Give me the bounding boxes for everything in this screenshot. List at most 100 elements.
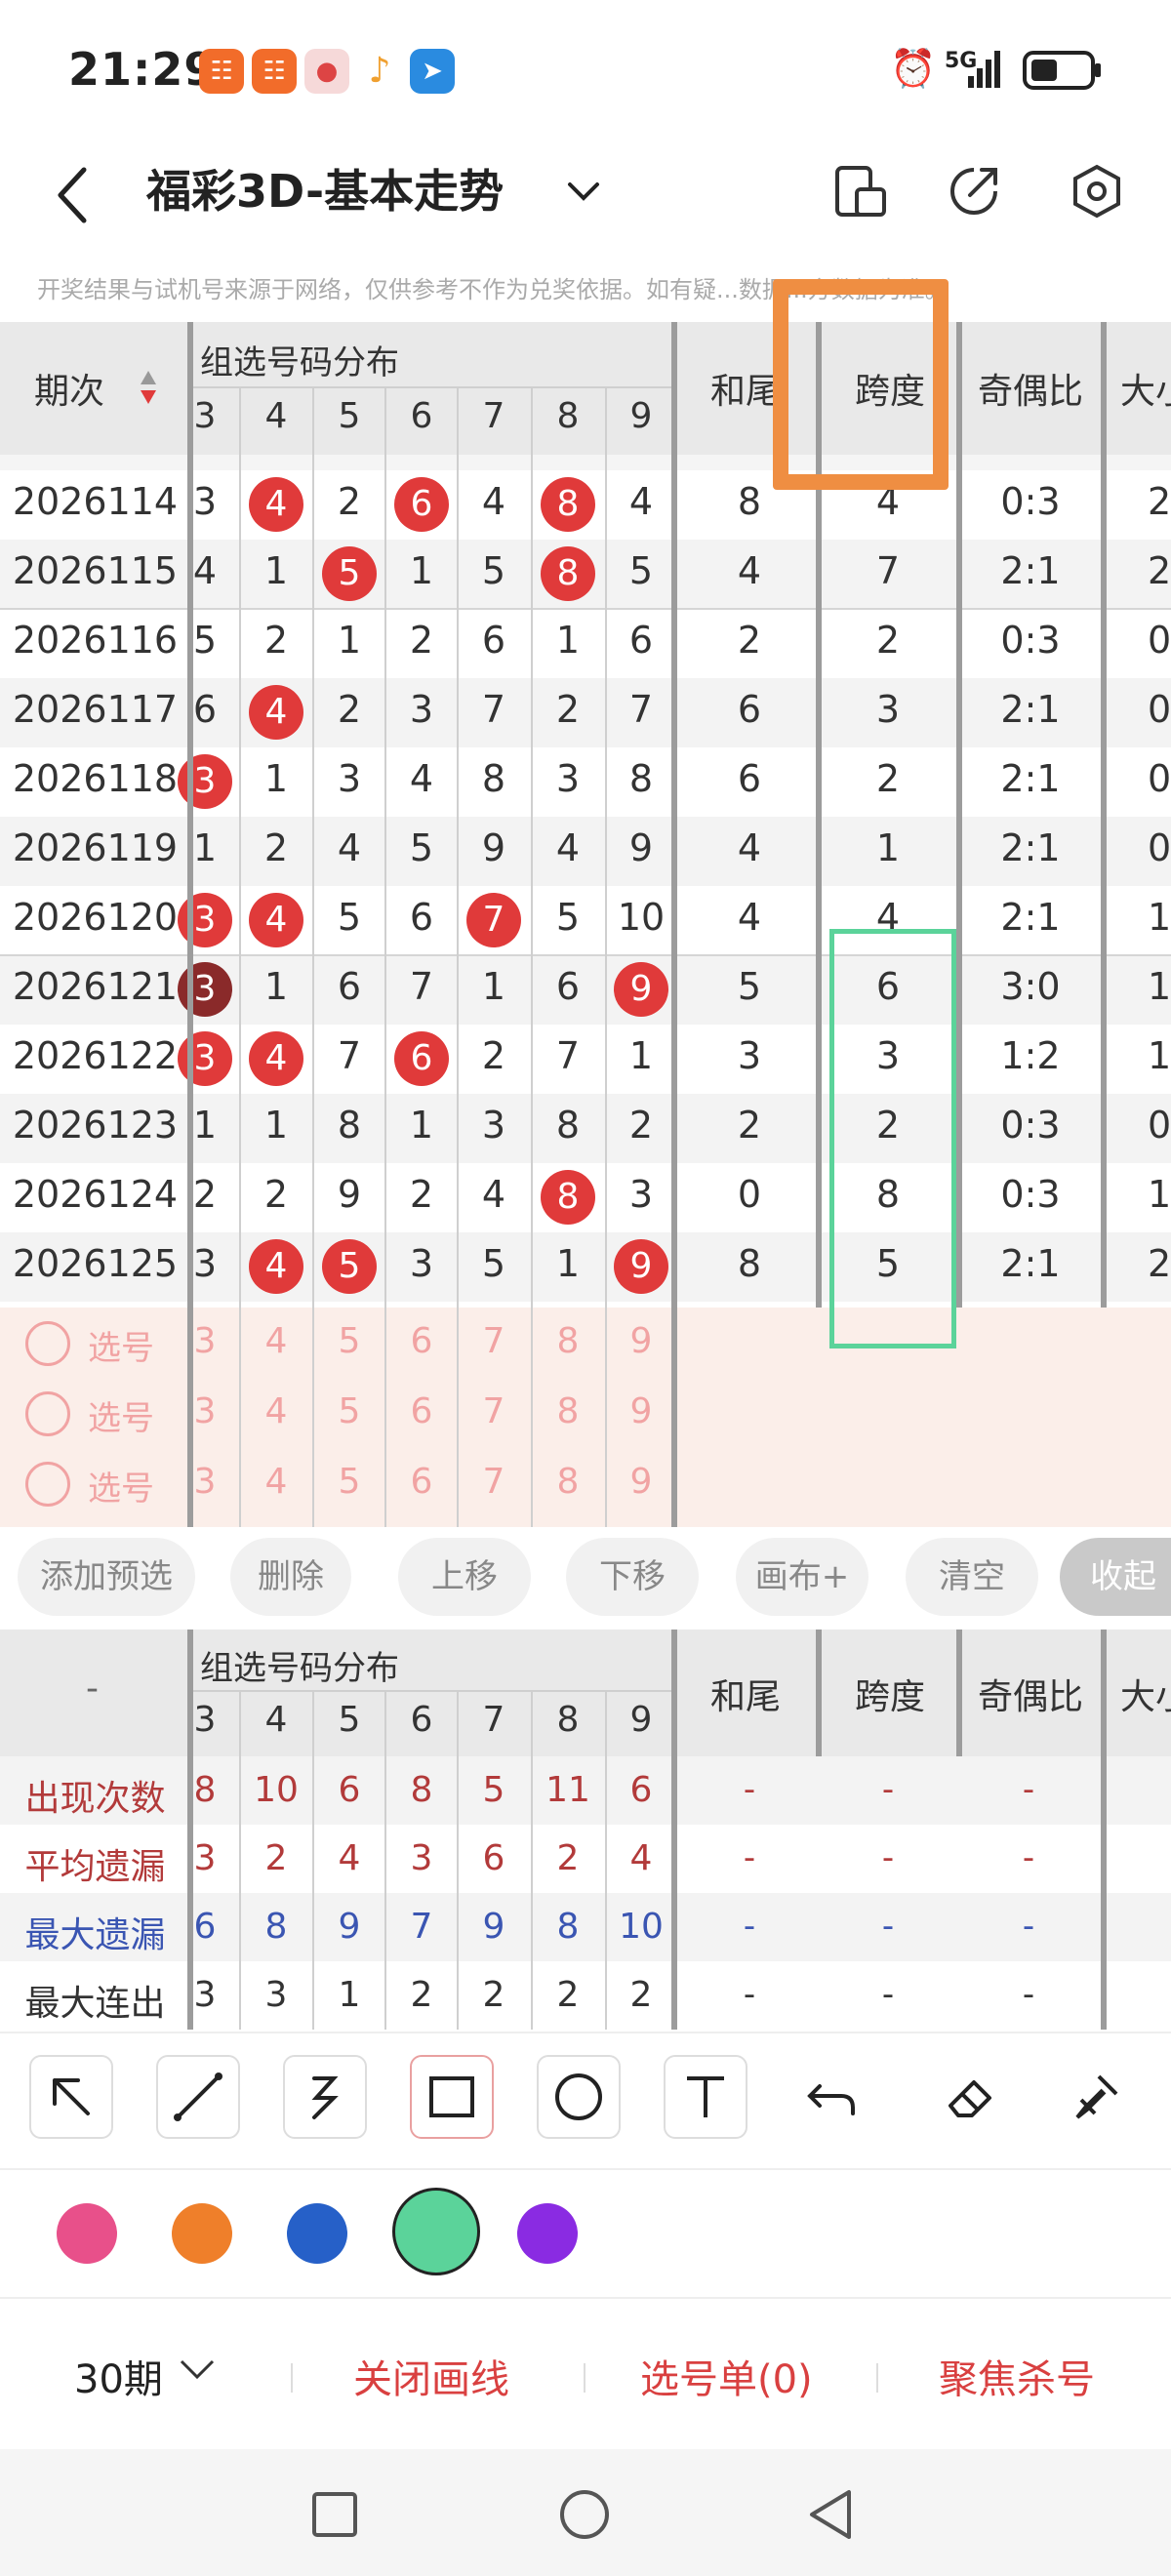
pick-digit[interactable]: 6 [385,1462,458,1502]
stats-value: 2 [556,1838,580,1878]
pick-digit[interactable]: 3 [169,1321,241,1361]
period-select[interactable]: 30期 [74,2348,163,2404]
pick-digit[interactable]: 8 [532,1321,604,1361]
focus-kill-button[interactable]: 聚焦杀号 [939,2348,1095,2404]
pick-label[interactable]: 选号 [88,1391,154,1439]
pick-digit[interactable]: 9 [605,1321,677,1361]
number-ball[interactable]: 3 [178,1031,232,1086]
back-nav-icon[interactable] [806,2488,857,2541]
pick-digit[interactable]: 8 [532,1462,604,1502]
recents-icon[interactable] [310,2490,359,2539]
number-ball[interactable]: 3 [178,754,232,809]
number-ball[interactable]: 7 [466,893,521,947]
circle-tool-icon[interactable] [537,2055,621,2139]
pick-digit[interactable]: 9 [605,1391,677,1431]
page-title[interactable]: 福彩3D-基本走势 [146,156,504,221]
pick-radio[interactable] [25,1462,70,1507]
drawn-rectangle-orange[interactable] [773,279,949,490]
number-ball[interactable]: 8 [541,546,595,601]
number-ball[interactable]: 6 [394,1031,449,1086]
pick-action-button[interactable]: 删除 [230,1538,351,1616]
number-ball[interactable]: 4 [249,1031,303,1086]
sum-tail-cell: 4 [737,896,762,939]
number-ball[interactable]: 5 [322,1239,377,1294]
number-ball[interactable]: 9 [614,1239,668,1294]
pick-digit[interactable]: 6 [385,1391,458,1431]
period-header[interactable]: 期次 [34,363,104,414]
miss-cell: 5 [628,549,654,592]
rectangle-tool-icon[interactable] [410,2055,494,2139]
color-swatch[interactable] [287,2203,347,2264]
pick-action-button[interactable]: 清空 [906,1538,1038,1616]
color-swatch[interactable] [392,2188,480,2275]
odd-even-cell: 3:0 [1000,965,1061,1008]
pick-digit[interactable]: 4 [240,1462,312,1502]
odd-even-cell: 2:1 [1000,896,1061,939]
big-small-cell: 1 [1148,896,1171,939]
color-swatch[interactable] [517,2203,578,2264]
pick-digit[interactable]: 4 [240,1321,312,1361]
pick-digit[interactable]: 8 [532,1391,604,1431]
line-tool-icon[interactable] [156,2055,240,2139]
number-ball[interactable]: 4 [249,477,303,532]
number-ball[interactable]: 3 [178,893,232,947]
close-draw-button[interactable]: 关闭画线 [353,2348,509,2404]
number-ball[interactable]: 4 [249,1239,303,1294]
pick-label[interactable]: 选号 [88,1321,154,1369]
arrow-tool-icon[interactable] [29,2055,113,2139]
pick-digit[interactable]: 6 [385,1321,458,1361]
color-swatch[interactable] [57,2203,117,2264]
column-divider [605,1690,607,2030]
color-swatch[interactable] [172,2203,232,2264]
number-ball[interactable]: 4 [249,685,303,740]
text-tool-icon[interactable] [664,2055,747,2139]
pick-action-button[interactable]: 画布+ [736,1538,868,1616]
pick-action-button[interactable]: 收起 [1060,1538,1171,1616]
brush-clear-icon[interactable] [1054,2055,1138,2139]
pick-digit[interactable]: 7 [458,1391,530,1431]
number-ball[interactable]: 3 [178,962,232,1017]
number-ball[interactable]: 4 [249,893,303,947]
settings-icon[interactable] [1068,162,1126,221]
battery-icon [1023,51,1103,90]
sort-icon[interactable] [139,369,158,408]
rotate-screen-icon[interactable] [831,162,890,221]
eraser-icon[interactable] [927,2055,1011,2139]
pick-digit[interactable]: 3 [169,1391,241,1431]
undo-icon[interactable] [790,2055,874,2139]
music-icon: ♪ [357,49,402,94]
pick-radio[interactable] [25,1391,70,1436]
pick-label[interactable]: 选号 [88,1462,154,1509]
pick-digit[interactable]: 5 [313,1391,385,1431]
pick-digit[interactable]: 3 [169,1462,241,1502]
odd-even-cell: 2:1 [1000,549,1061,592]
pick-digit[interactable]: 5 [313,1321,385,1361]
pick-action-button[interactable]: 添加预选 [18,1538,195,1616]
home-icon[interactable] [558,2488,611,2541]
number-ball[interactable]: 8 [541,477,595,532]
pick-digit[interactable]: 7 [458,1321,530,1361]
chevron-down-icon[interactable] [564,172,603,211]
pick-radio[interactable] [25,1321,70,1366]
share-icon[interactable] [945,162,1003,221]
stats-sum-tail-header: 和尾 [710,1677,782,1717]
pick-digit[interactable]: 9 [605,1462,677,1502]
pick-digit[interactable]: 7 [458,1462,530,1502]
freehand-tool-icon[interactable] [283,2055,367,2139]
pick-action-button[interactable]: 下移 [566,1538,699,1616]
number-ball[interactable]: 9 [614,962,668,1017]
number-ball[interactable]: 5 [322,546,377,601]
miss-cell: 6 [337,965,362,1008]
number-ball[interactable]: 6 [394,477,449,532]
pick-action-button[interactable]: 上移 [398,1538,531,1616]
number-ball[interactable]: 8 [541,1170,595,1225]
odd-even-cell: 0:3 [1000,619,1061,662]
chevron-down-icon[interactable] [178,2355,217,2385]
pick-digit[interactable]: 4 [240,1391,312,1431]
odd-even-cell: 0:3 [1000,1173,1061,1216]
pick-digit[interactable]: 5 [313,1462,385,1502]
digit-header: 5 [338,396,361,436]
pick-list-button[interactable]: 选号单(0) [640,2348,813,2404]
drawn-rectangle-green[interactable] [829,929,956,1348]
back-icon[interactable] [49,156,98,234]
